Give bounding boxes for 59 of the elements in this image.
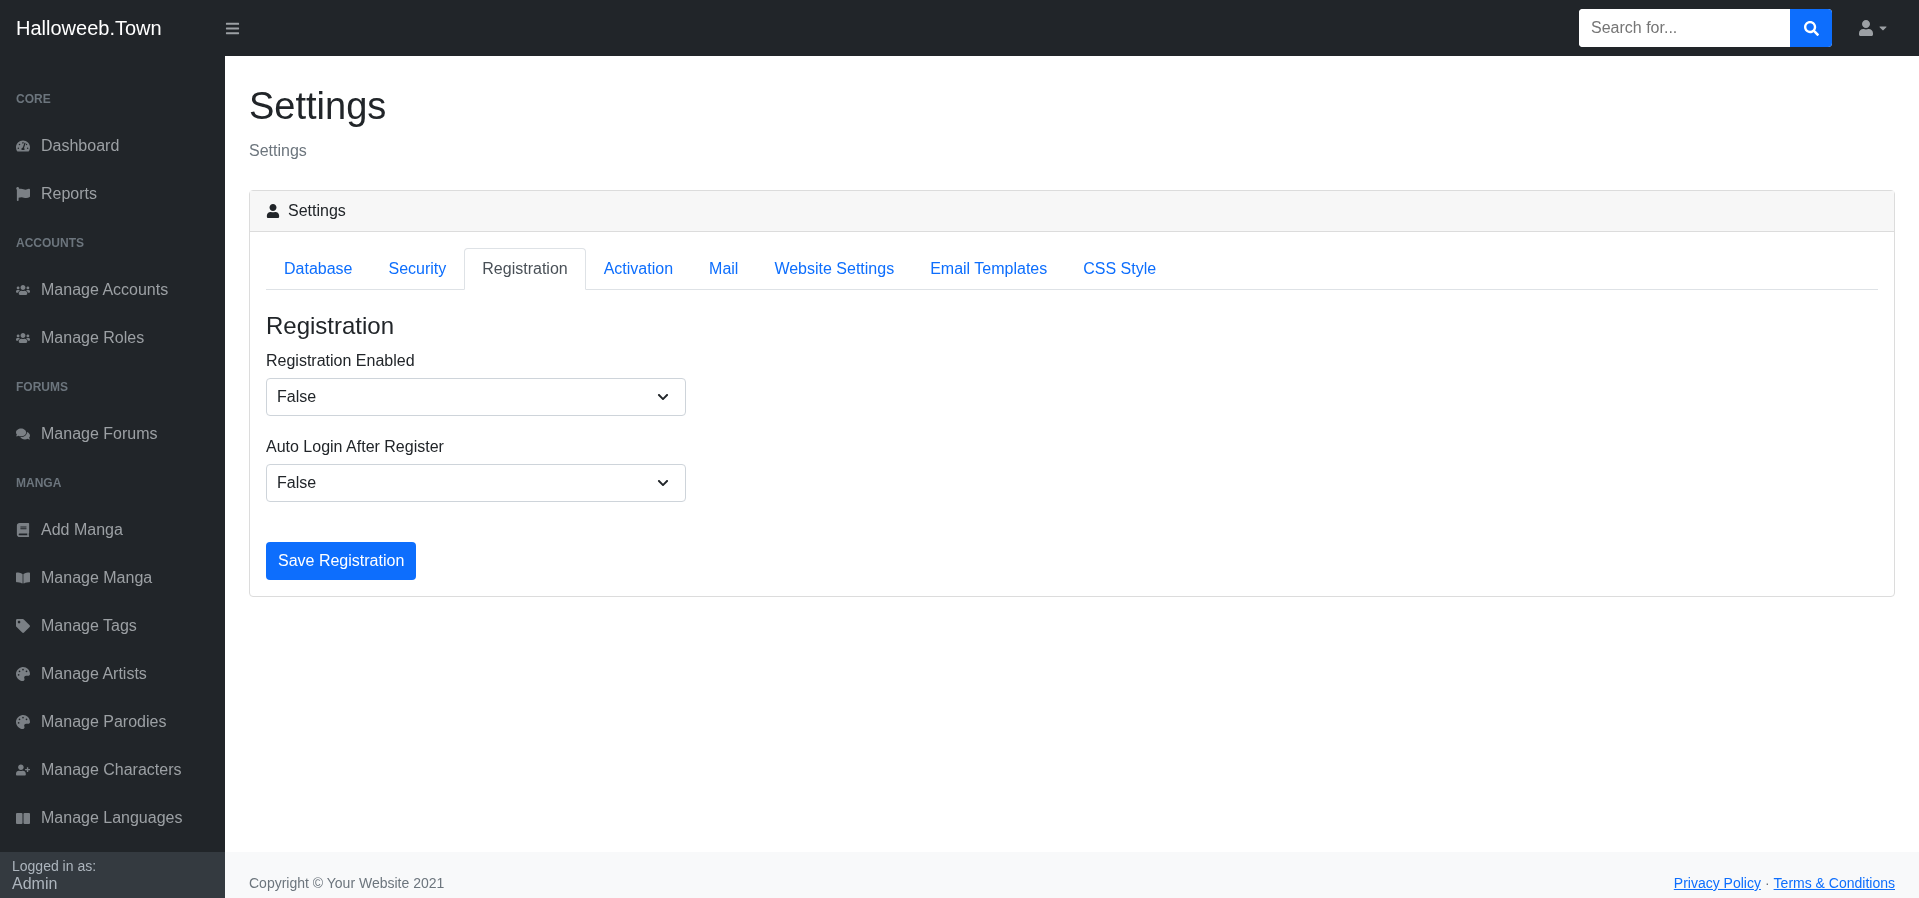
open-book-icon [16,571,33,585]
sidebar-item[interactable]: Manage Characters [0,746,225,794]
tab[interactable]: Mail [691,247,757,290]
gauge-icon [16,139,33,153]
sidebar-heading: ACCOUNTS [15,235,85,252]
sidebar-item[interactable]: Manage Parodies [0,698,225,746]
menu-button[interactable] [225,20,240,36]
section-title: Registration [266,311,396,340]
chat-bubbles-icon [16,427,33,441]
palette-icon [16,715,33,729]
brand-title[interactable]: Halloweeb.Town [16,16,225,40]
sidebar-item[interactable]: Manage Forums [0,410,225,458]
sidebar-item[interactable]: Manage Manga [0,554,225,602]
copyright-text: Copyright © Your Website 2021 [249,875,445,891]
field-label: Registration Enabled [266,351,416,370]
tab[interactable]: Security [370,247,465,290]
select-field[interactable]: False [266,463,686,502]
sidebar-heading: CORE [15,91,52,108]
tab[interactable]: Registration [464,247,586,290]
flag-icon [16,187,33,201]
double-square-icon [16,812,33,824]
user-menu-button[interactable] [1858,20,1889,36]
user-plus-icon [16,763,33,777]
tab[interactable]: Activation [585,247,692,290]
user-icon [266,203,280,218]
search-field[interactable]: Search for... [1579,9,1832,47]
tab[interactable]: Email Templates [912,247,1066,290]
select-field[interactable]: False [266,377,686,416]
search-icon [1803,20,1819,36]
users-icon [16,331,33,345]
sidebar-item[interactable]: Manage Artists [0,650,225,698]
tag-icon [16,619,33,633]
link-separator: · [1764,875,1770,891]
card-title: Settings [288,201,346,220]
save-button[interactable]: Save Registration [266,541,417,580]
breadcrumb: Settings [249,141,308,160]
sidebar-item[interactable]: Dashboard [0,122,225,170]
sidebar-heading: MANGA [15,475,63,492]
sidebar-heading: FORUMS [15,379,69,396]
user-icon [1858,20,1874,36]
sidebar-item[interactable]: Reports [0,170,225,218]
page-title: Settings [249,84,388,129]
sidebar-item[interactable]: Manage Accounts [0,266,225,314]
tab[interactable]: Database [266,247,371,290]
sidebar-item[interactable]: Add Manga [0,506,225,554]
search-button[interactable] [1790,9,1832,47]
palette-icon [16,667,33,681]
field-label: Auto Login After Register [266,437,445,456]
user-name: Admin [12,875,59,892]
menu-icon [225,20,240,36]
sidebar-item[interactable]: Manage Languages [0,794,225,842]
logged-in-caption: Logged in as: [12,858,98,875]
footer-link[interactable]: Privacy Policy [1673,875,1761,891]
tab[interactable]: Website Settings [756,247,913,290]
sidebar-item[interactable]: Manage Tags [0,602,225,650]
users-icon [16,283,33,297]
footer-link[interactable]: Terms & Conditions [1773,875,1895,891]
sidebar-item[interactable]: Manage Roles [0,314,225,362]
tab[interactable]: CSS Style [1065,247,1175,290]
